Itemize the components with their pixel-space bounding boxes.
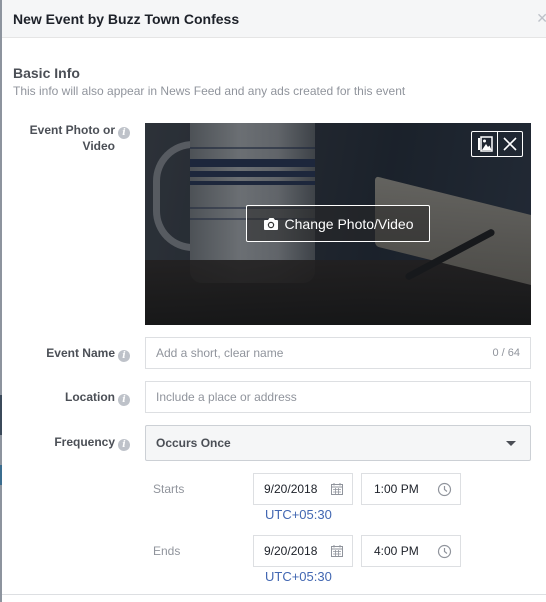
remove-photo-button[interactable] xyxy=(497,132,522,156)
info-icon[interactable]: i xyxy=(118,127,130,139)
end-timezone-link[interactable]: UTC+05:30 xyxy=(265,569,332,584)
section-title: Basic Info xyxy=(13,65,80,81)
info-icon[interactable]: i xyxy=(118,394,130,406)
end-time-input[interactable]: 4:00 PM xyxy=(361,535,461,567)
image-library-icon xyxy=(477,136,493,152)
dialog-title: New Event by Buzz Town Confess xyxy=(13,11,240,27)
start-time-value: 1:00 PM xyxy=(374,482,419,496)
event-photo-label-line1: Event Photo or xyxy=(29,123,115,137)
window-edge xyxy=(0,0,2,602)
location-placeholder: Include a place or address xyxy=(156,390,297,404)
calendar-icon xyxy=(331,483,343,495)
event-name-label: Event Name i xyxy=(46,346,130,362)
section-subtitle: This info will also appear in News Feed … xyxy=(13,84,406,98)
end-date-input[interactable]: 9/20/2018 xyxy=(253,535,353,567)
frequency-label: Frequency i xyxy=(54,435,130,451)
background-strip xyxy=(0,395,2,435)
info-icon[interactable]: i xyxy=(118,350,130,362)
character-counter: 0 / 64 xyxy=(492,347,520,359)
clock-icon xyxy=(437,544,452,559)
calendar-icon xyxy=(331,545,343,557)
end-time-value: 4:00 PM xyxy=(374,544,419,558)
clock-icon xyxy=(437,482,452,497)
info-icon[interactable]: i xyxy=(118,439,130,451)
starts-label: Starts xyxy=(153,482,185,496)
image-library-button[interactable] xyxy=(472,132,497,156)
close-icon[interactable]: ✕ xyxy=(536,10,546,27)
location-label: Location i xyxy=(65,390,130,406)
frequency-select[interactable]: Occurs Once xyxy=(145,425,531,461)
end-date-value: 9/20/2018 xyxy=(264,544,318,558)
camera-icon xyxy=(263,217,278,230)
start-date-input[interactable]: 9/20/2018 xyxy=(253,473,353,505)
location-label-text: Location xyxy=(65,390,115,404)
event-photo-label-line2: Video xyxy=(82,139,115,153)
divider xyxy=(2,594,546,595)
ends-label: Ends xyxy=(153,544,181,558)
remove-icon xyxy=(503,137,517,151)
frequency-selected: Occurs Once xyxy=(156,436,231,450)
event-name-label-text: Event Name xyxy=(46,346,115,360)
change-photo-button[interactable]: Change Photo/Video xyxy=(246,205,430,242)
event-photo-label: Event Photo or i Video xyxy=(30,123,130,153)
event-name-placeholder: Add a short, clear name xyxy=(156,346,284,360)
dialog-header: New Event by Buzz Town Confess ✕ xyxy=(2,0,546,38)
event-photo: Change Photo/Video xyxy=(145,123,531,325)
frequency-label-text: Frequency xyxy=(54,435,115,449)
chevron-down-icon xyxy=(506,440,516,446)
start-time-input[interactable]: 1:00 PM xyxy=(361,473,461,505)
photo-tools xyxy=(471,131,523,157)
change-photo-label: Change Photo/Video xyxy=(284,215,414,232)
background-strip xyxy=(0,465,2,485)
event-name-input[interactable]: Add a short, clear name 0 / 64 xyxy=(145,337,531,369)
start-date-value: 9/20/2018 xyxy=(264,482,318,496)
start-timezone-link[interactable]: UTC+05:30 xyxy=(265,507,332,522)
location-input[interactable]: Include a place or address xyxy=(145,381,531,413)
